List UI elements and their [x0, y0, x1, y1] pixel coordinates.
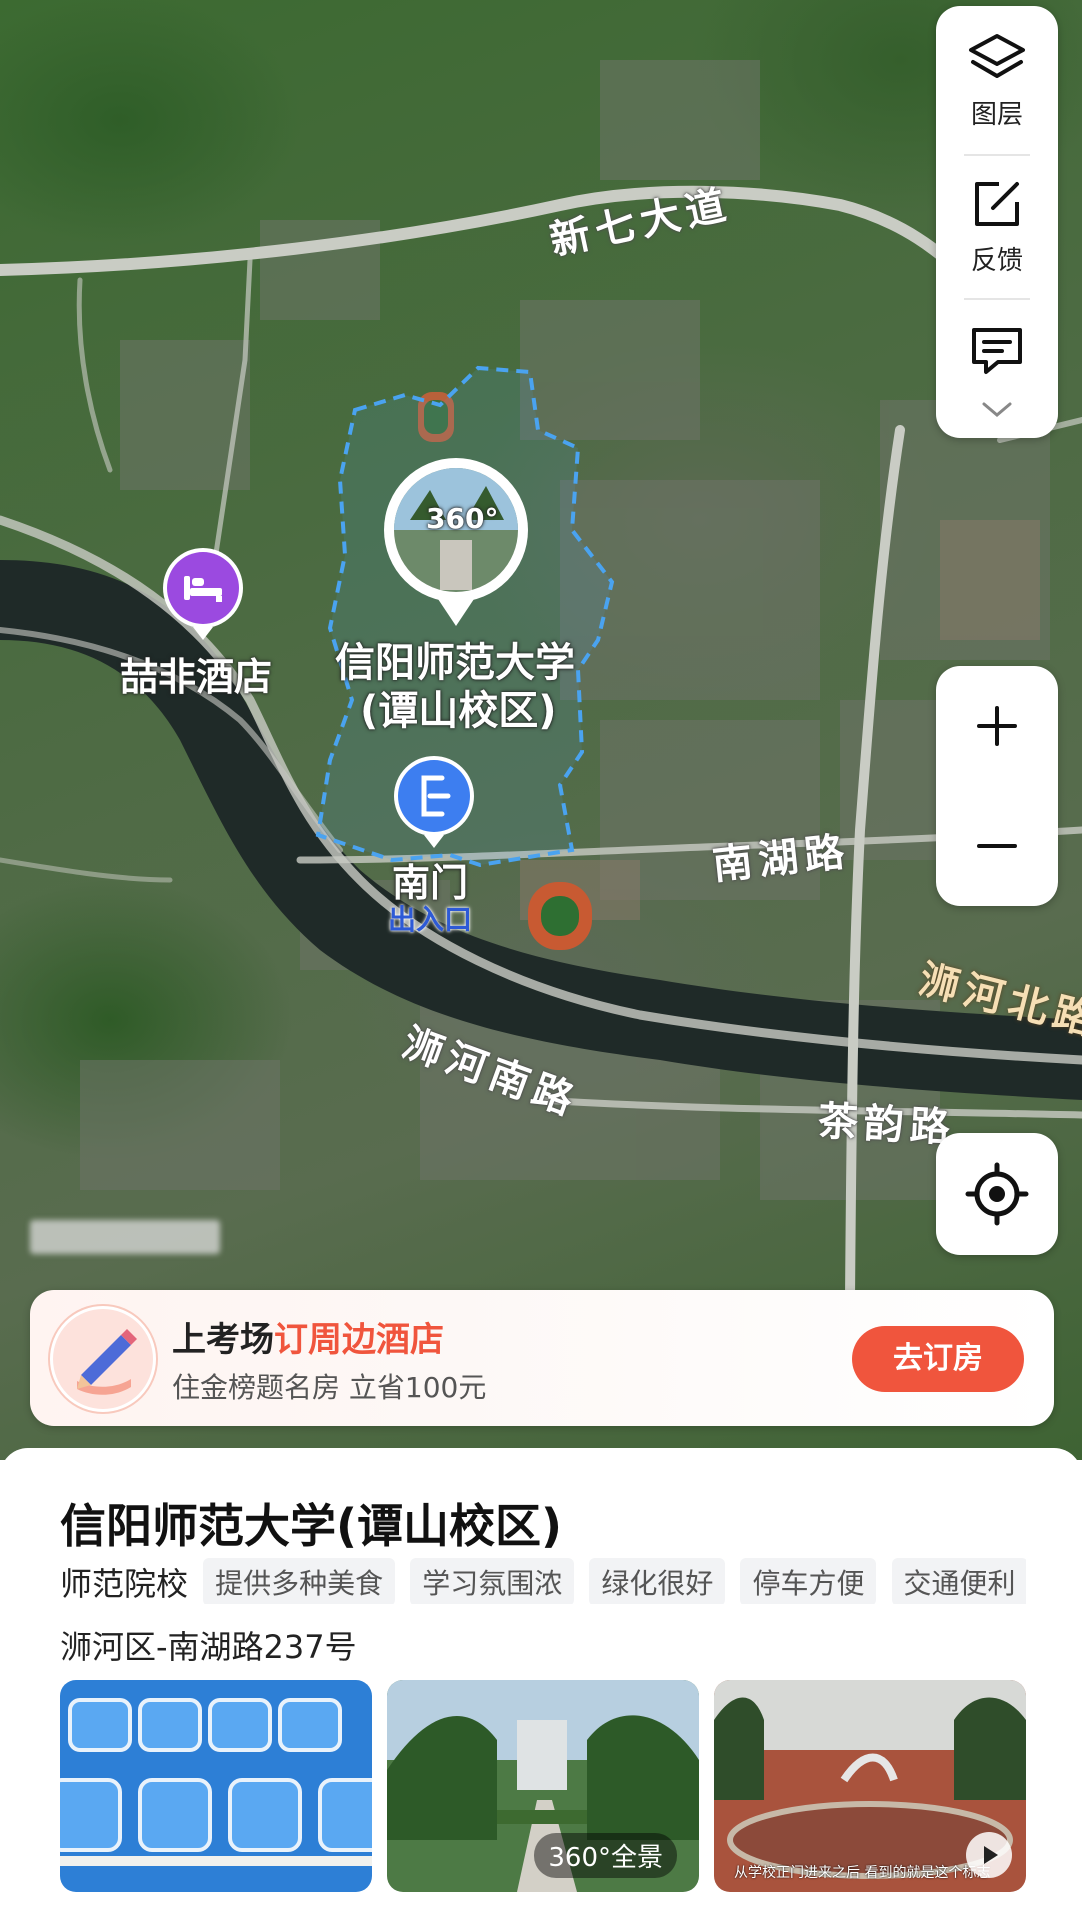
layers-icon [969, 34, 1025, 78]
promo-pencil-icon [50, 1306, 156, 1412]
feedback-edit-icon [975, 182, 1019, 226]
video-caption: 从学校正门进来之后 看到的就是这个标志 [734, 1865, 991, 1881]
tag-chip[interactable]: 提供多种美食 [203, 1558, 396, 1604]
photo-seats[interactable] [60, 1680, 372, 1892]
stadium [528, 882, 592, 950]
photo-video[interactable]: 从学校正门进来之后 看到的就是这个标志 [714, 1680, 1026, 1892]
tag-chip[interactable]: 交通便利 [891, 1558, 1026, 1604]
pano-badge: 360° [426, 502, 499, 535]
zoom-out-button[interactable] [936, 786, 1058, 906]
place-category: 师范院校 [60, 1565, 189, 1603]
zoom-in-icon [977, 706, 1017, 746]
promo-subtitle: 住金榜题名房 立省100元 [172, 1371, 487, 1404]
expand-tools-button[interactable] [936, 400, 1058, 424]
map-view[interactable]: 360° 新七大道 南湖路 浉河北路 浉河南路 茶韵路 喆非酒店 信阳师范大学 … [0, 0, 1082, 1460]
zoom-controls [936, 666, 1058, 906]
hotel-label[interactable]: 喆非酒店 [120, 646, 272, 701]
chevron-down-icon [982, 402, 1012, 417]
tag-chip[interactable]: 学习氛围浓 [410, 1558, 575, 1604]
promo-title-prefix: 上考场 [172, 1320, 274, 1360]
locate-icon [965, 1162, 1029, 1226]
road-label-chayun: 茶韵路 [816, 1098, 957, 1152]
promo-title: 上考场订周边酒店 [172, 1312, 444, 1361]
map-tools-panel: 图层 反馈 [936, 6, 1058, 438]
tag-chip[interactable]: 停车方便 [740, 1558, 877, 1604]
message-button[interactable] [936, 324, 1058, 382]
layers-button[interactable]: 图层 [936, 32, 1058, 131]
divider [964, 154, 1030, 156]
place-address: 浉河区-南湖路237号 [60, 1628, 357, 1666]
photo-strip: 360°全景 从学校正门进来之后 看到的就是这个标志 [60, 1680, 1026, 1892]
photo-panorama[interactable]: 360°全景 [387, 1680, 699, 1892]
university-label-line2[interactable]: (谭山校区) [360, 678, 557, 736]
zoom-out-icon [977, 844, 1017, 848]
hotel-promo-banner[interactable]: 上考场订周边酒店 住金榜题名房 立省100元 去订房 [30, 1290, 1054, 1426]
tag-chip[interactable]: 绿化很好 [589, 1558, 726, 1604]
play-icon[interactable] [966, 1832, 1012, 1878]
feedback-label: 反馈 [970, 246, 1023, 276]
divider [964, 298, 1030, 300]
message-icon [972, 328, 1022, 374]
book-room-button[interactable]: 去订房 [852, 1326, 1024, 1392]
promo-title-highlight: 订周边酒店 [274, 1320, 444, 1360]
feedback-button[interactable]: 反馈 [936, 176, 1058, 277]
zoom-in-button[interactable] [936, 666, 1058, 786]
tags-row: 师范院校 提供多种美食 学习氛围浓 绿化很好 停车方便 交通便利 [60, 1558, 1026, 1604]
place-title: 信阳师范大学(谭山校区) [60, 1499, 563, 1553]
gate-sublabel: 出入口 [388, 903, 473, 936]
panorama-badge: 360°全景 [534, 1833, 677, 1878]
scale-bar [30, 1220, 220, 1254]
locate-button[interactable] [936, 1133, 1058, 1255]
place-detail-sheet[interactable]: 信阳师范大学(谭山校区) 师范院校 提供多种美食 学习氛围浓 绿化很好 停车方便… [0, 1448, 1082, 1923]
layers-label: 图层 [970, 100, 1023, 130]
